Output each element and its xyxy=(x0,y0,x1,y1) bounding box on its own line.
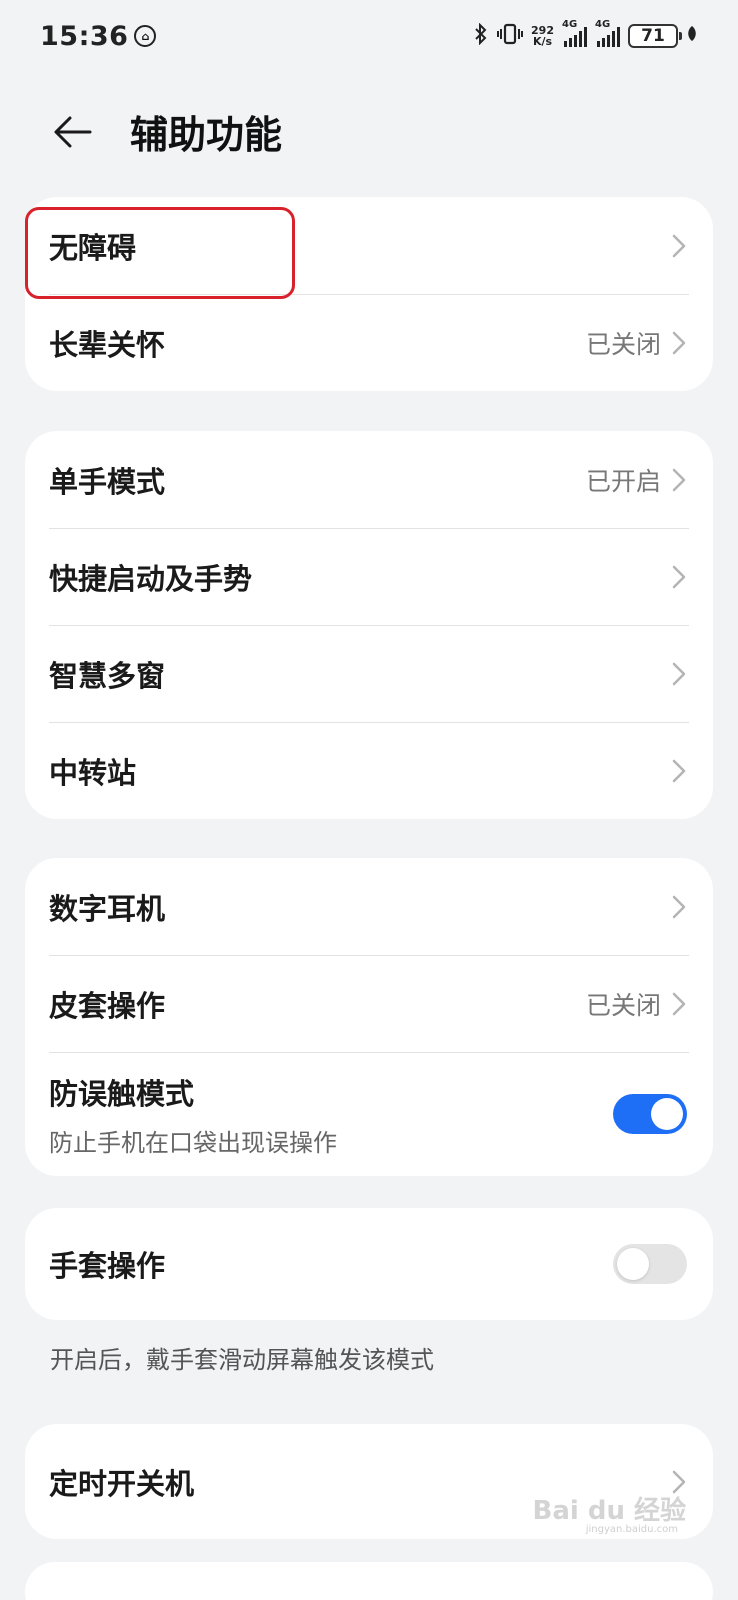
watermark: Bai du 经验 xyxy=(532,1496,687,1526)
anti-mistouch-item: 防误触模式 防止手机在口袋出现误操作 xyxy=(25,1052,713,1176)
anti-mistouch-toggle[interactable] xyxy=(613,1094,687,1134)
battery-level: 71 xyxy=(641,26,665,46)
sim2-label: 4G xyxy=(595,19,611,30)
net-speed: 292 K/s xyxy=(531,25,554,47)
item-status: 已关闭 xyxy=(585,990,661,1020)
one-handed-mode-item[interactable]: 单手模式 已开启 xyxy=(25,431,713,528)
notification-badge-icon: ⌂ xyxy=(134,25,157,47)
bluetooth-icon xyxy=(473,22,489,50)
chevron-right-icon xyxy=(672,565,686,588)
chevron-right-icon xyxy=(672,992,686,1015)
item-title: 数字耳机 xyxy=(49,891,166,926)
chevron-right-icon xyxy=(672,234,686,257)
vibrate-icon xyxy=(497,23,524,49)
toggle-knob xyxy=(617,1248,649,1280)
chevron-right-icon xyxy=(672,468,686,491)
settings-group-6-partial xyxy=(25,1562,713,1600)
smart-multiwindow-item[interactable]: 智慧多窗 xyxy=(25,625,713,722)
item-title: 智慧多窗 xyxy=(49,658,166,693)
settings-group-3: 数字耳机 皮套操作 已关闭 防误触模式 防止手机在口袋出现误操作 xyxy=(25,858,713,1176)
status-right: 292 K/s 4G 4G 71 xyxy=(473,19,698,50)
sim1-signal-icon: 4G xyxy=(562,19,587,47)
settings-group-2: 单手模式 已开启 快捷启动及手势 智慧多窗 中转站 xyxy=(25,431,713,819)
item-title: 防误触模式 xyxy=(49,1076,195,1111)
status-left: 15:36 ⌂ xyxy=(40,20,157,52)
status-time: 15:36 xyxy=(40,20,129,52)
highlight-box xyxy=(25,207,295,299)
chevron-right-icon xyxy=(672,895,686,918)
chevron-right-icon xyxy=(672,331,686,354)
toggle-knob xyxy=(651,1098,683,1130)
status-bar: 15:36 ⌂ 292 K/s 4G 4G 71 xyxy=(0,0,738,72)
power-saving-leaf-icon xyxy=(686,25,698,47)
shortcuts-gestures-item[interactable]: 快捷启动及手势 xyxy=(25,528,713,625)
item-title: 手套操作 xyxy=(49,1249,166,1283)
app-header: 辅助功能 xyxy=(0,90,738,170)
item-text: 防误触模式 防止手机在口袋出现误操作 xyxy=(49,1071,613,1158)
item-title: 中转站 xyxy=(49,755,137,790)
glove-mode-toggle[interactable] xyxy=(613,1244,687,1284)
item-title: 单手模式 xyxy=(49,464,166,499)
chevron-right-icon xyxy=(672,662,686,685)
item-title: 快捷启动及手势 xyxy=(49,561,253,596)
item-status: 已开启 xyxy=(585,466,661,496)
chevron-right-icon xyxy=(672,759,686,782)
sim1-label: 4G xyxy=(562,19,578,30)
elderly-care-item[interactable]: 长辈关怀 已关闭 xyxy=(25,294,713,391)
settings-group-4: 手套操作 xyxy=(25,1208,713,1320)
transfer-station-item[interactable]: 中转站 xyxy=(25,722,713,819)
item-title: 长辈关怀 xyxy=(49,327,166,362)
page-title: 辅助功能 xyxy=(130,113,283,157)
battery-icon: 71 xyxy=(628,24,682,48)
digital-earphone-item[interactable]: 数字耳机 xyxy=(25,858,713,955)
item-subtitle: 防止手机在口袋出现误操作 xyxy=(49,1128,337,1157)
glove-mode-item: 手套操作 xyxy=(25,1208,713,1320)
net-speed-unit: K/s xyxy=(532,35,553,48)
watermark-url: jingyan.baidu.com xyxy=(585,1524,678,1535)
glove-mode-note: 开启后，戴手套滑动屏幕触发该模式 xyxy=(50,1346,434,1374)
item-status: 已关闭 xyxy=(585,329,661,359)
item-title: 皮套操作 xyxy=(49,988,166,1023)
sim2-signal-icon: 4G xyxy=(595,19,620,47)
cover-operation-item[interactable]: 皮套操作 已关闭 xyxy=(25,955,713,1052)
back-arrow-icon[interactable] xyxy=(50,110,94,154)
